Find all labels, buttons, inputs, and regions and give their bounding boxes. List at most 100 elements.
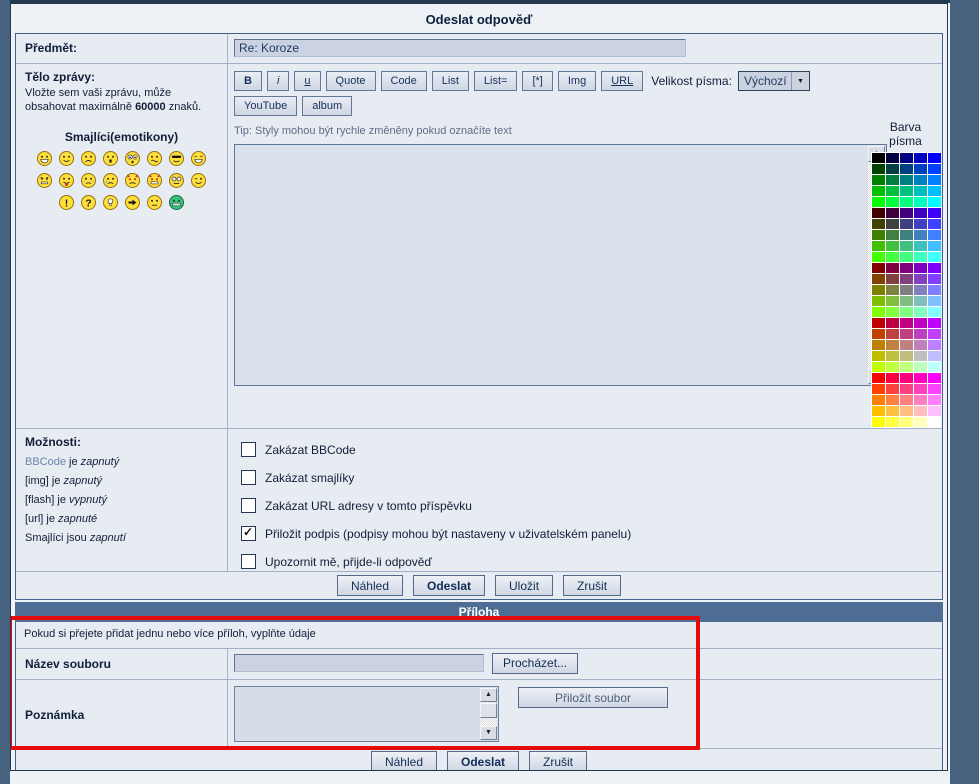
- palette-color[interactable]: [900, 406, 913, 416]
- note-scrollbar[interactable]: [480, 688, 497, 740]
- smiley-cry-icon[interactable]: [103, 173, 118, 188]
- palette-color[interactable]: [900, 318, 913, 328]
- palette-color[interactable]: [900, 384, 913, 394]
- toolbar-button-u[interactable]: u: [294, 71, 320, 91]
- palette-color[interactable]: [872, 362, 885, 372]
- attach-file-button[interactable]: Přiložit soubor: [518, 687, 668, 708]
- checkbox-row-upozornitmpijdeliodpov[interactable]: Upozornit mě, přijde-li odpověď: [241, 554, 942, 569]
- palette-color[interactable]: [886, 241, 899, 251]
- palette-color[interactable]: [900, 274, 913, 284]
- toolbar-button-img[interactable]: Img: [558, 71, 596, 91]
- toolbar-button-list[interactable]: List: [432, 71, 469, 91]
- palette-color[interactable]: [886, 406, 899, 416]
- toolbar-button-youtube[interactable]: YouTube: [234, 96, 297, 116]
- checkbox-row-piloitpodpispodpisymohou[interactable]: Přiložit podpis (podpisy mohou být nasta…: [241, 526, 942, 541]
- palette-color[interactable]: [928, 164, 941, 174]
- scroll-up-icon[interactable]: [480, 688, 497, 702]
- palette-color[interactable]: [900, 208, 913, 218]
- button-zruit[interactable]: Zrušit: [529, 751, 587, 771]
- palette-color[interactable]: [928, 417, 941, 427]
- palette-color[interactable]: [900, 340, 913, 350]
- palette-color[interactable]: [872, 406, 885, 416]
- smiley-evil-icon[interactable]: [125, 173, 140, 188]
- toolbar-button-list[interactable]: List=: [474, 71, 518, 91]
- checkbox-unchecked[interactable]: [241, 554, 256, 569]
- palette-color[interactable]: [872, 351, 885, 361]
- smiley-mrgreen-icon[interactable]: [169, 195, 184, 210]
- font-size-select[interactable]: Výchozí: [738, 71, 810, 91]
- palette-color[interactable]: [900, 230, 913, 240]
- bbcode-link[interactable]: BBCode: [25, 456, 66, 468]
- palette-color[interactable]: [886, 252, 899, 262]
- palette-color[interactable]: [914, 307, 927, 317]
- palette-color[interactable]: [886, 296, 899, 306]
- button-nhled[interactable]: Náhled: [371, 751, 437, 771]
- checkbox-unchecked[interactable]: [241, 498, 256, 513]
- browse-button[interactable]: Procházet...: [492, 653, 578, 674]
- toolbar-button-i[interactable]: i: [267, 71, 289, 91]
- palette-color[interactable]: [872, 285, 885, 295]
- palette-color[interactable]: [872, 186, 885, 196]
- palette-color[interactable]: [900, 252, 913, 262]
- smiley-razz-icon[interactable]: [59, 173, 74, 188]
- toolbar-button-code[interactable]: Code: [381, 71, 427, 91]
- palette-color[interactable]: [900, 351, 913, 361]
- palette-color[interactable]: [928, 307, 941, 317]
- smiley-twisted-icon[interactable]: [147, 173, 162, 188]
- palette-color[interactable]: [914, 153, 927, 163]
- chevron-down-icon[interactable]: [791, 72, 809, 90]
- note-textarea[interactable]: [234, 686, 499, 742]
- checkbox-checked[interactable]: [241, 526, 256, 541]
- palette-color[interactable]: [928, 186, 941, 196]
- palette-color[interactable]: [928, 373, 941, 383]
- checkbox-row-zakzatbbcode[interactable]: Zakázat BBCode: [241, 442, 942, 457]
- palette-color[interactable]: [872, 230, 885, 240]
- palette-color[interactable]: [872, 175, 885, 185]
- button-odeslat[interactable]: Odeslat: [413, 575, 485, 596]
- palette-color[interactable]: [900, 285, 913, 295]
- palette-color[interactable]: [914, 318, 927, 328]
- palette-color[interactable]: [886, 263, 899, 273]
- palette-color[interactable]: [900, 395, 913, 405]
- palette-color[interactable]: [872, 340, 885, 350]
- scroll-down-icon[interactable]: [480, 726, 497, 740]
- button-uloit[interactable]: Uložit: [495, 575, 553, 596]
- palette-color[interactable]: [928, 340, 941, 350]
- palette-color[interactable]: [886, 307, 899, 317]
- palette-color[interactable]: [928, 208, 941, 218]
- palette-color[interactable]: [872, 318, 885, 328]
- palette-color[interactable]: [914, 252, 927, 262]
- smiley-wink-icon[interactable]: [191, 173, 206, 188]
- palette-color[interactable]: [886, 384, 899, 394]
- palette-color[interactable]: [872, 153, 885, 163]
- scrollbar-thumb[interactable]: [480, 703, 497, 718]
- button-zruit[interactable]: Zrušit: [563, 575, 621, 596]
- palette-color[interactable]: [872, 296, 885, 306]
- toolbar-button-sym[interactable]: [*]: [522, 71, 552, 91]
- smiley-lol-icon[interactable]: [191, 151, 206, 166]
- palette-color[interactable]: [886, 362, 899, 372]
- palette-color[interactable]: [914, 285, 927, 295]
- palette-color[interactable]: [886, 395, 899, 405]
- palette-color[interactable]: [928, 384, 941, 394]
- palette-color[interactable]: [914, 186, 927, 196]
- palette-color[interactable]: [928, 241, 941, 251]
- palette-color[interactable]: [900, 153, 913, 163]
- smiley-confused-icon[interactable]: [147, 151, 162, 166]
- palette-color[interactable]: [872, 197, 885, 207]
- message-textarea[interactable]: [234, 144, 887, 386]
- palette-color[interactable]: [900, 186, 913, 196]
- smiley-mad-icon[interactable]: [37, 173, 52, 188]
- palette-color[interactable]: [872, 241, 885, 251]
- palette-color[interactable]: [914, 340, 927, 350]
- palette-color[interactable]: [928, 318, 941, 328]
- palette-color[interactable]: [928, 263, 941, 273]
- palette-color[interactable]: [928, 219, 941, 229]
- palette-color[interactable]: [914, 219, 927, 229]
- palette-color[interactable]: [886, 274, 899, 284]
- toolbar-button-album[interactable]: album: [302, 96, 352, 116]
- palette-color[interactable]: [886, 186, 899, 196]
- palette-color[interactable]: [914, 351, 927, 361]
- palette-color[interactable]: [872, 329, 885, 339]
- palette-color[interactable]: [914, 274, 927, 284]
